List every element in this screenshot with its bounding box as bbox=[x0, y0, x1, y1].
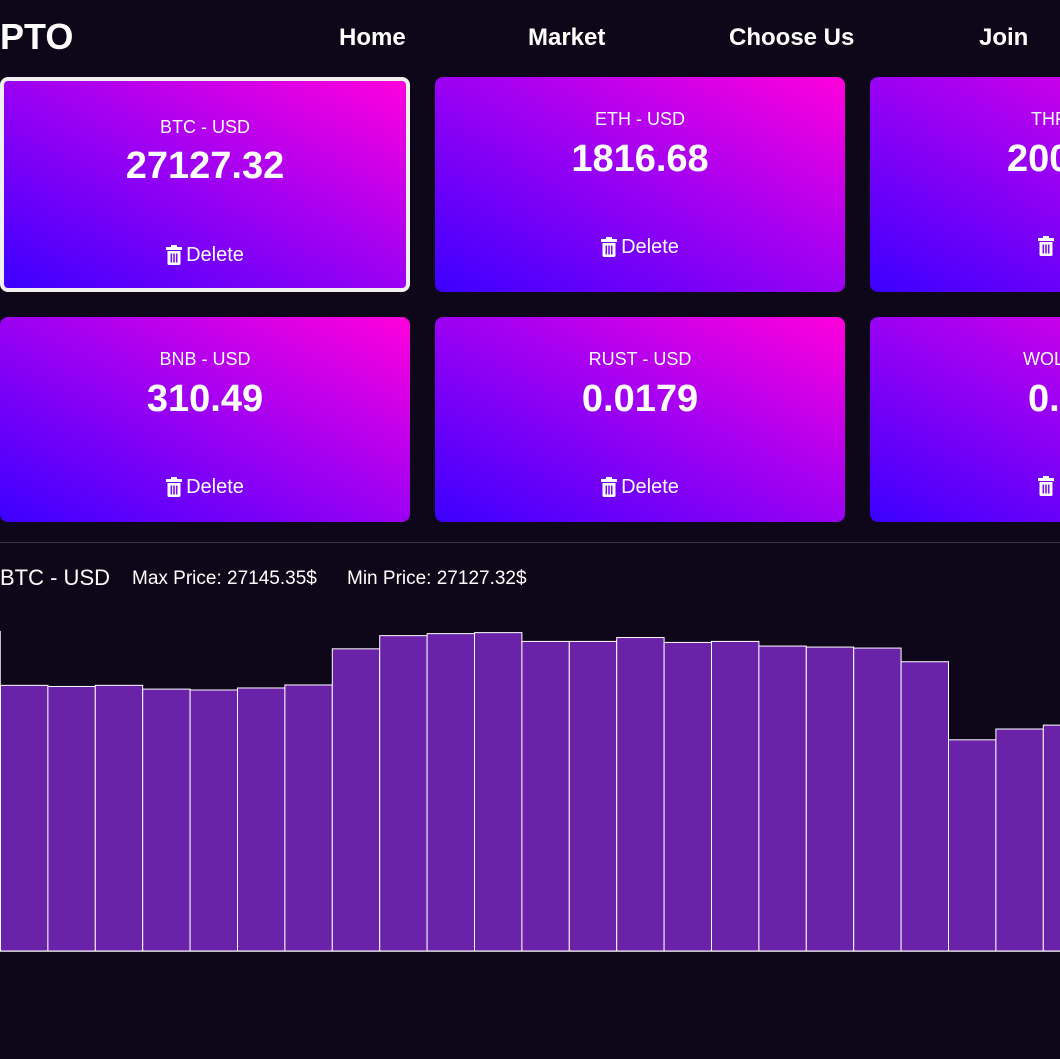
trash-icon bbox=[601, 477, 618, 497]
card-price: 27127.32 bbox=[125, 145, 285, 187]
trash-icon bbox=[166, 245, 183, 265]
crypto-cards-grid: BTC - USD 27127.32 Delete ETH - USD 1816… bbox=[0, 0, 1060, 540]
chart-bar bbox=[237, 687, 286, 952]
chart-bar bbox=[189, 689, 239, 952]
crypto-card-rust[interactable]: RUST - USD 0.0179 Delete bbox=[435, 317, 845, 522]
trash-icon bbox=[1038, 476, 1054, 496]
chart-bar bbox=[568, 640, 618, 952]
delete-button[interactable] bbox=[1038, 236, 1058, 256]
chart-bar bbox=[0, 684, 49, 952]
card-price: 0. bbox=[1028, 378, 1060, 420]
max-price-label: Max Price: 27145.35$ bbox=[132, 568, 317, 589]
crypto-card-wol[interactable]: WOL 0. bbox=[870, 317, 1060, 522]
delete-button[interactable]: Delete bbox=[0, 476, 410, 498]
delete-button[interactable] bbox=[1038, 476, 1058, 496]
chart-bar bbox=[379, 635, 428, 952]
trash-icon bbox=[1038, 236, 1054, 256]
card-pair-label: ETH - USD bbox=[595, 109, 685, 129]
chart-bar bbox=[758, 645, 807, 952]
chart-bar bbox=[711, 640, 760, 952]
crypto-card-btc[interactable]: BTC - USD 27127.32 Delete bbox=[0, 77, 410, 292]
chart-bar bbox=[616, 637, 665, 952]
crypto-card-bnb[interactable]: BNB - USD 310.49 Delete bbox=[0, 317, 410, 522]
chart-bar bbox=[521, 640, 570, 952]
chart-bar bbox=[948, 739, 997, 952]
price-bar-chart bbox=[0, 600, 1060, 960]
crypto-card-eth[interactable]: ETH - USD 1816.68 Delete bbox=[435, 77, 845, 292]
delete-label: Delete bbox=[186, 476, 244, 498]
card-pair-label: RUST - USD bbox=[588, 349, 692, 369]
card-pair-label: THR bbox=[1031, 109, 1060, 129]
chart-bar bbox=[426, 633, 476, 952]
delete-button[interactable]: Delete bbox=[4, 244, 406, 266]
card-pair-label: BNB - USD bbox=[159, 349, 251, 369]
crypto-card-thr[interactable]: THR 200 bbox=[870, 77, 1060, 292]
chart-svg bbox=[0, 631, 1060, 952]
section-divider bbox=[0, 542, 1060, 543]
chart-bar bbox=[331, 648, 381, 952]
chart-bar bbox=[805, 646, 855, 952]
chart-bar bbox=[94, 684, 144, 952]
chart-bar bbox=[853, 647, 902, 952]
delete-button[interactable]: Delete bbox=[435, 476, 845, 498]
delete-label: Delete bbox=[621, 476, 679, 498]
chart-bar bbox=[995, 728, 1044, 952]
card-pair-label: BTC - USD bbox=[160, 117, 250, 137]
min-price-label: Min Price: 27127.32$ bbox=[347, 568, 527, 589]
chart-bar bbox=[663, 641, 712, 952]
chart-bar bbox=[1042, 724, 1060, 952]
delete-label: Delete bbox=[621, 236, 679, 258]
card-price: 200 bbox=[1007, 138, 1060, 180]
card-price: 310.49 bbox=[146, 378, 264, 420]
trash-icon bbox=[601, 237, 618, 257]
chart-bar bbox=[900, 661, 949, 952]
chart-bar bbox=[474, 632, 523, 952]
card-price: 0.0179 bbox=[581, 378, 699, 420]
card-price: 1816.68 bbox=[571, 138, 709, 180]
chart-bar bbox=[284, 684, 333, 952]
delete-label: Delete bbox=[186, 244, 244, 266]
delete-button[interactable]: Delete bbox=[435, 236, 845, 258]
card-pair-label: WOL bbox=[1023, 349, 1060, 369]
trash-icon bbox=[166, 477, 183, 497]
chart-bar bbox=[47, 685, 96, 952]
chart-bar bbox=[142, 688, 191, 952]
chart-pair-label: BTC - USD bbox=[0, 565, 110, 590]
